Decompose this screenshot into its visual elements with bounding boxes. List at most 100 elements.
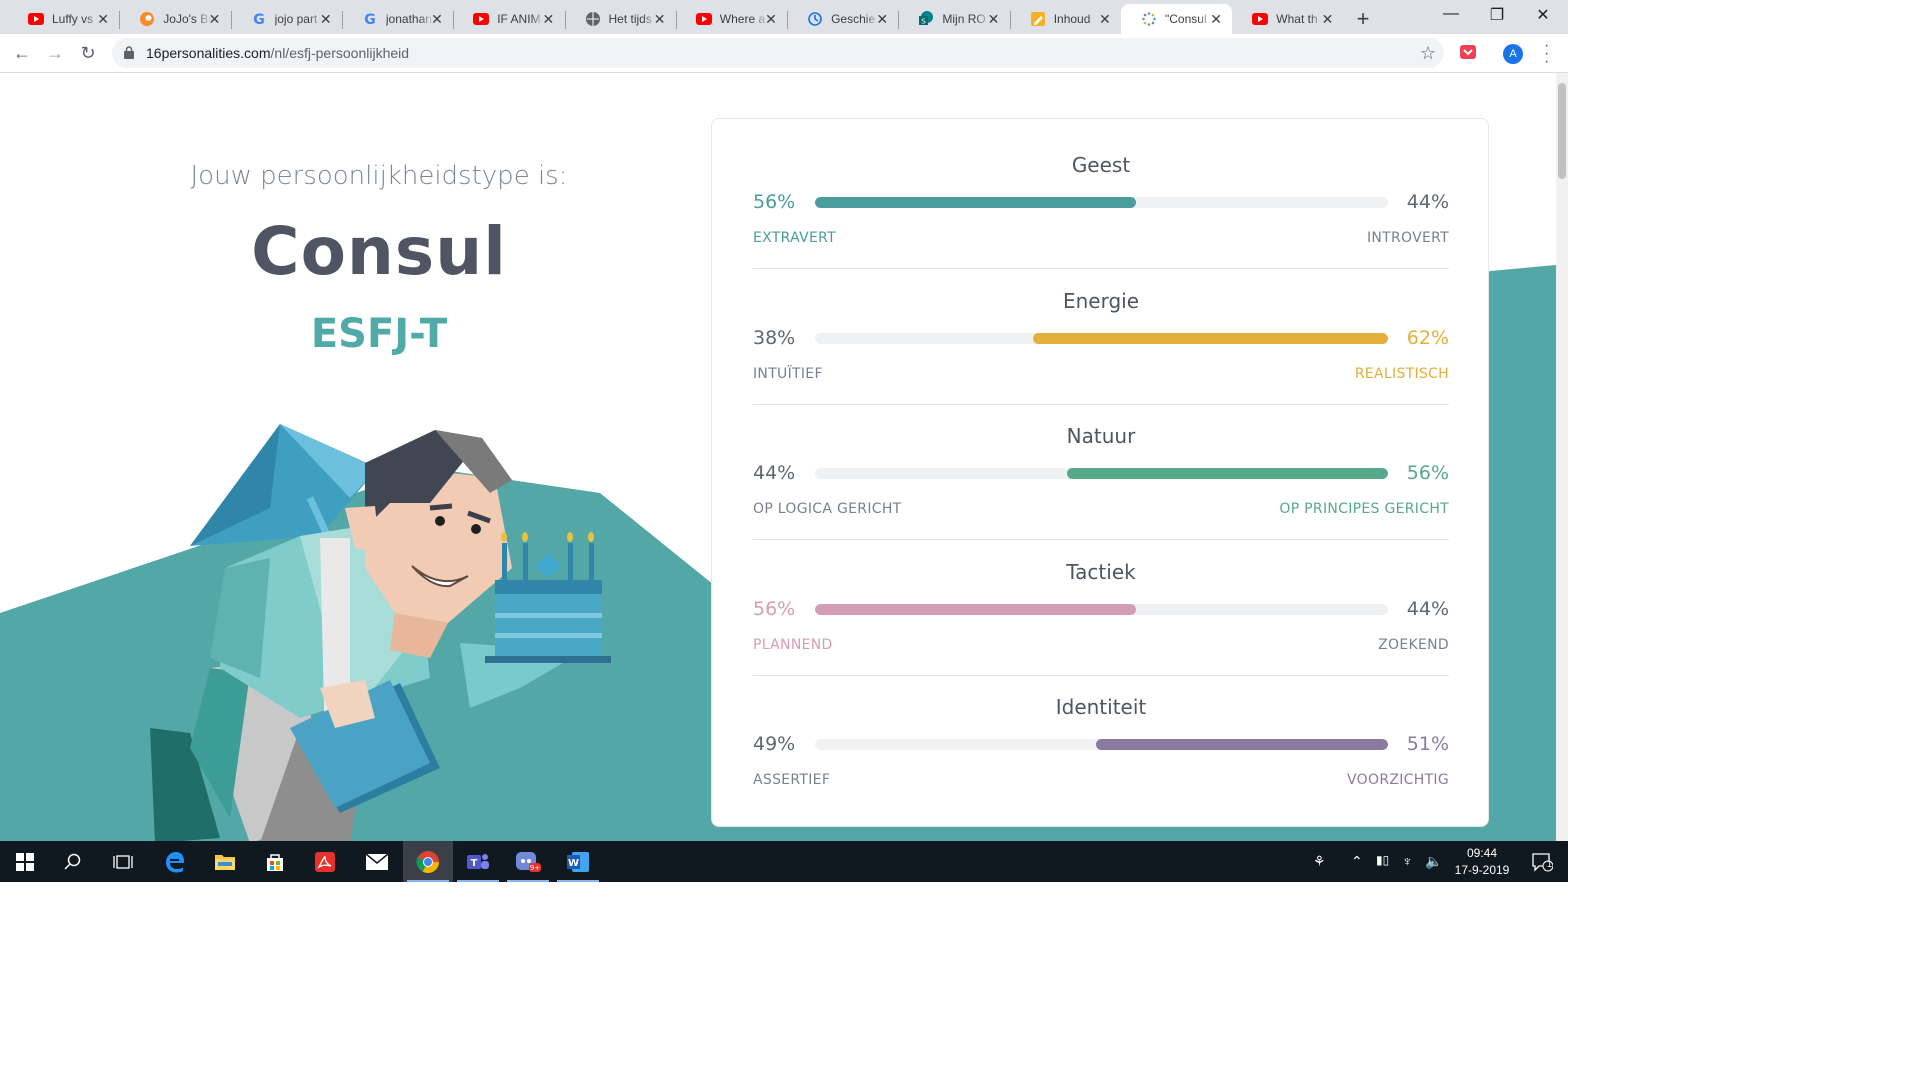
address-bar[interactable]: 16personalities.com/nl/esfj-persoonlijkh… bbox=[112, 38, 1444, 68]
word-taskbar-button[interactable]: W bbox=[553, 841, 603, 882]
trait-bar-fill bbox=[1033, 332, 1388, 344]
tab-strip: + — ❐ ✕ Luffy vs ✕ JoJo's Bi ✕ Gjojo part ✕ Gj… bbox=[0, 0, 1568, 34]
browser-tab[interactable]: Luffy vs ✕ bbox=[8, 4, 119, 34]
close-tab-icon[interactable]: ✕ bbox=[320, 11, 332, 28]
clock-date: 17-9-2019 bbox=[1454, 863, 1510, 877]
trait-row-identiteit: Identiteit 49% 51% ASSERTIEF VOORZICHTIG bbox=[753, 661, 1449, 796]
tab-separator bbox=[119, 11, 121, 29]
forward-button[interactable]: → bbox=[41, 40, 69, 66]
tab-title: IF ANIM bbox=[497, 12, 541, 26]
browser-tab[interactable]: S Mijn RO ✕ bbox=[898, 4, 1009, 34]
trait-bar bbox=[815, 332, 1388, 344]
google-icon: G bbox=[362, 11, 378, 27]
tab-separator bbox=[787, 11, 789, 29]
trait-right-label: ZOEKEND bbox=[1378, 636, 1449, 653]
trait-right-label: REALISTISCH bbox=[1354, 365, 1449, 382]
close-tab-icon[interactable]: ✕ bbox=[1210, 11, 1222, 28]
tab-title: "Consul bbox=[1165, 12, 1207, 26]
reload-button[interactable]: ↻ bbox=[74, 40, 102, 66]
tab-separator bbox=[564, 11, 566, 29]
browser-tab[interactable]: Geschie ✕ bbox=[787, 4, 898, 34]
windows-logo-icon bbox=[16, 852, 34, 871]
bookmark-star-icon[interactable]: ☆ bbox=[1420, 43, 1436, 64]
new-tab-button[interactable]: + bbox=[1352, 6, 1374, 32]
action-center-button[interactable]: 1 bbox=[1517, 841, 1567, 882]
tab-title: Luffy vs bbox=[52, 12, 94, 26]
acrobat-icon bbox=[315, 851, 335, 872]
mail-icon bbox=[365, 852, 389, 870]
traits-card: Geest 56% 44% EXTRAVERT INTROVERT Energie 38% 6… bbox=[711, 118, 1489, 827]
minimize-button[interactable]: — bbox=[1428, 5, 1474, 23]
close-tab-icon[interactable]: ✕ bbox=[1099, 11, 1111, 28]
edge-taskbar-button[interactable] bbox=[150, 841, 200, 882]
history-icon bbox=[807, 11, 823, 27]
trait-right-percent: 62% bbox=[1406, 326, 1449, 349]
volume-icon[interactable]: 🔈 bbox=[1425, 853, 1442, 870]
file-explorer-taskbar-button[interactable] bbox=[200, 841, 250, 882]
trait-bar-fill bbox=[815, 603, 1136, 615]
tab-title: What th bbox=[1276, 12, 1318, 26]
profile-avatar[interactable]: A bbox=[1503, 44, 1523, 64]
search-button[interactable] bbox=[48, 841, 98, 882]
store-icon bbox=[267, 853, 283, 871]
tab-separator bbox=[675, 11, 677, 29]
trait-left-percent: 44% bbox=[753, 462, 796, 484]
close-tab-icon[interactable]: ✕ bbox=[876, 11, 888, 28]
trait-row-energie: Energie 38% 62% INTUÏTIEF REALISTISCH bbox=[753, 255, 1449, 405]
system-clock[interactable]: 09:44 17-9-2019 bbox=[1452, 845, 1512, 879]
show-hidden-icons-chevron-icon[interactable]: ⌃ bbox=[1351, 853, 1363, 870]
edge-icon bbox=[166, 851, 184, 872]
trait-left-label: OP LOGICA GERICHT bbox=[753, 501, 902, 517]
browser-tab[interactable]: Het tijds ✕ bbox=[565, 4, 676, 34]
type-intro-text: Jouw persoonlijkheidstype is: bbox=[190, 161, 568, 191]
browser-menu-icon[interactable]: · · · bbox=[1544, 38, 1549, 70]
browser-tab[interactable]: IF ANIM ✕ bbox=[453, 4, 564, 34]
browser-tab[interactable]: Inhoud ✕ bbox=[1010, 4, 1121, 34]
maximize-button[interactable]: ❐ bbox=[1474, 5, 1520, 25]
close-tab-icon[interactable]: ✕ bbox=[988, 11, 1000, 28]
close-tab-icon[interactable]: ✕ bbox=[209, 11, 221, 28]
svg-text:G: G bbox=[364, 12, 376, 27]
people-icon[interactable]: ⚘ bbox=[1313, 853, 1326, 870]
word-icon: W bbox=[567, 851, 589, 872]
browser-tab[interactable]: Gjojo part ✕ bbox=[231, 4, 342, 34]
browser-tab[interactable]: "Consul ✕ bbox=[1121, 4, 1232, 34]
chrome-taskbar-button[interactable] bbox=[403, 841, 453, 882]
close-tab-icon[interactable]: ✕ bbox=[1322, 11, 1334, 28]
browser-tab[interactable]: Gjonathan ✕ bbox=[342, 4, 453, 34]
browser-tab[interactable]: JoJo's Bi ✕ bbox=[119, 4, 230, 34]
trait-name: Identiteit bbox=[1055, 695, 1147, 719]
scrollbar-thumb[interactable] bbox=[1558, 83, 1566, 179]
battery-icon[interactable]: ▮▯ bbox=[1376, 853, 1389, 867]
close-tab-icon[interactable]: ✕ bbox=[654, 11, 666, 28]
trait-bar bbox=[815, 468, 1388, 479]
close-tab-icon[interactable]: ✕ bbox=[765, 11, 777, 28]
folder-icon bbox=[215, 854, 235, 870]
close-tab-icon[interactable]: ✕ bbox=[542, 11, 554, 28]
acrobat-taskbar-button[interactable] bbox=[300, 841, 350, 882]
url-domain: 16personalities.com bbox=[146, 45, 271, 61]
close-tab-icon[interactable]: ✕ bbox=[97, 11, 109, 28]
tab-title: Het tijds bbox=[608, 12, 652, 26]
pocket-extension-icon[interactable] bbox=[1458, 42, 1478, 62]
mail-taskbar-button[interactable] bbox=[352, 841, 402, 882]
teams-taskbar-button[interactable]: T bbox=[453, 841, 503, 882]
start-button[interactable] bbox=[0, 841, 50, 882]
back-button[interactable]: ← bbox=[8, 40, 36, 66]
search-icon bbox=[64, 853, 81, 870]
close-tab-icon[interactable]: ✕ bbox=[431, 11, 443, 28]
store-taskbar-button[interactable] bbox=[250, 841, 300, 882]
task-view-button[interactable] bbox=[98, 841, 148, 882]
discord-taskbar-button[interactable]: 9+ bbox=[503, 841, 553, 882]
chrome-icon bbox=[416, 850, 439, 873]
browser-tab[interactable]: What th ✕ bbox=[1232, 4, 1343, 34]
page-scrollbar[interactable] bbox=[1556, 73, 1568, 841]
wifi-icon[interactable]: ♆ bbox=[1402, 853, 1413, 869]
svg-text:9+: 9+ bbox=[530, 864, 540, 872]
tab-separator bbox=[453, 11, 455, 29]
browser-tab[interactable]: Where a ✕ bbox=[676, 4, 787, 34]
tab-title: Where a bbox=[719, 12, 766, 26]
tab-title: Geschie bbox=[831, 12, 876, 26]
tab-separator bbox=[898, 11, 900, 29]
close-window-button[interactable]: ✕ bbox=[1520, 5, 1566, 25]
